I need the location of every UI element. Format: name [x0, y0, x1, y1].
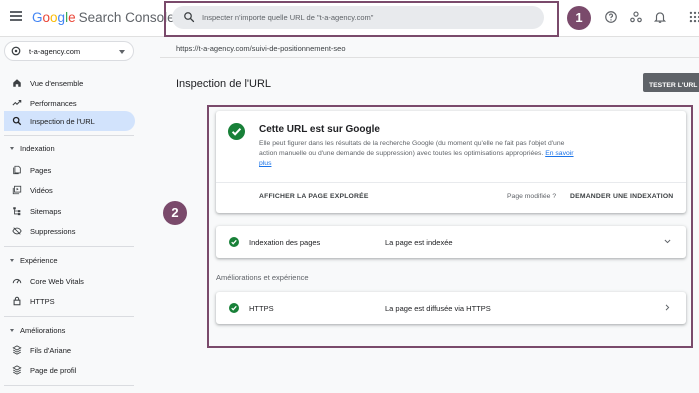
logo-letter: o: [50, 10, 58, 25]
sidebar-item-label: Suppressions: [30, 227, 76, 236]
page-title: Inspection de l'URL: [176, 78, 272, 90]
sidebar-item-label: HTTPS: [30, 297, 55, 306]
sidebar-item-breadcrumbs[interactable]: Fils d'Ariane: [4, 340, 135, 360]
logo-letter: G: [32, 10, 43, 25]
removals-icon: [12, 227, 22, 235]
test-live-url-button[interactable]: TESTER L'URL A: [643, 73, 699, 92]
sidebar-item-profile-page[interactable]: Page de profil: [4, 360, 135, 380]
sidebar-item-label: Vue d'ensemble: [30, 79, 84, 88]
annotation-badge: 1: [567, 6, 591, 30]
inspected-url: https://t-a-agency.com/suivi-de-position…: [176, 44, 346, 53]
logo-letter: e: [68, 10, 76, 25]
logo-product-name: Search Console: [78, 10, 175, 25]
menu-icon[interactable]: [10, 11, 22, 21]
lock-icon: [13, 296, 21, 306]
sidebar-item-performance[interactable]: Performances: [4, 93, 135, 113]
sidebar-item-label: Inspection de l'URL: [30, 117, 95, 126]
logo-letter: o: [42, 10, 51, 25]
breadcrumbs-icon: [12, 345, 22, 355]
sidebar-item-label: Vidéos: [30, 186, 53, 195]
sidebar-item-label: Sitemaps: [30, 207, 62, 216]
sidebar-section-label: Indexation: [20, 144, 55, 153]
sidebar: t-a-agency.com Vue d'ensemble Performanc…: [0, 37, 144, 393]
pages-icon: [13, 165, 21, 175]
top-app-bar: GoogleSearch Console 1: [0, 0, 699, 37]
property-icon: [11, 46, 21, 56]
property-selector[interactable]: t-a-agency.com: [4, 41, 134, 61]
property-name: t-a-agency.com: [29, 47, 81, 56]
sidebar-item-overview[interactable]: Vue d'ensemble: [4, 73, 135, 93]
sidebar-section-indexing[interactable]: Indexation: [4, 140, 134, 158]
sidebar-divider: [4, 385, 134, 386]
sidebar-item-https[interactable]: HTTPS: [4, 291, 135, 311]
caret-down-icon: [10, 147, 14, 150]
videos-icon: [12, 185, 22, 195]
search-icon: [12, 116, 22, 126]
gauge-icon: [12, 278, 22, 284]
caret-down-icon: [10, 259, 14, 262]
annotation-badge: 2: [163, 201, 187, 225]
chevron-down-icon: [119, 50, 125, 54]
sidebar-item-removals[interactable]: Suppressions: [4, 221, 135, 241]
sidebar-item-label: Core Web Vitals: [30, 277, 84, 286]
sidebar-item-label: Performances: [30, 99, 77, 108]
sidebar-divider: [4, 246, 134, 247]
sidebar-divider: [4, 135, 134, 136]
sidebar-item-videos[interactable]: Vidéos: [4, 180, 135, 200]
notifications-icon[interactable]: [653, 10, 667, 24]
highlight-frame-search: [164, 1, 559, 37]
apps-grid-icon[interactable]: [688, 10, 699, 24]
caret-down-icon: [10, 329, 14, 332]
profile-page-icon: [12, 365, 22, 375]
sidebar-section-experience[interactable]: Expérience: [4, 252, 134, 270]
home-icon: [13, 79, 21, 87]
sidebar-item-core-web-vitals[interactable]: Core Web Vitals: [4, 271, 135, 291]
manage-users-icon[interactable]: [629, 10, 643, 24]
sidebar-item-label: Pages: [30, 166, 52, 175]
sidebar-divider: [4, 316, 134, 317]
sidebar-section-label: Améliorations: [20, 326, 66, 335]
search-console-logo[interactable]: Google Search Console: [32, 10, 175, 25]
header-divider: [160, 57, 699, 58]
sitemap-icon: [13, 207, 21, 216]
sidebar-item-sitemaps[interactable]: Sitemaps: [4, 201, 135, 221]
highlight-frame-results: [207, 105, 693, 348]
help-icon[interactable]: [604, 10, 618, 24]
sidebar-section-enhancements[interactable]: Améliorations: [4, 322, 134, 340]
trending-icon: [12, 99, 22, 106]
logo-letter: g: [57, 10, 66, 25]
sidebar-section-label: Expérience: [20, 256, 58, 265]
sidebar-item-pages[interactable]: Pages: [4, 160, 135, 180]
sidebar-item-url-inspection[interactable]: Inspection de l'URL: [4, 111, 135, 131]
sidebar-item-label: Page de profil: [30, 366, 77, 375]
sidebar-item-label: Fils d'Ariane: [30, 346, 72, 355]
